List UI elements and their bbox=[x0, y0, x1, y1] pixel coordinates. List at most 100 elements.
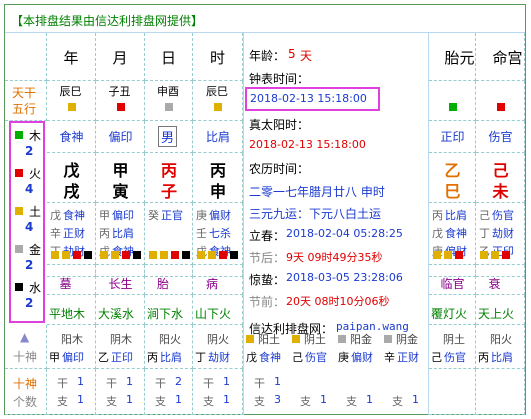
lunar-value: 二零一七年腊月廿八 申时 bbox=[249, 185, 385, 199]
count-cell-2 bbox=[145, 369, 193, 415]
jingzhe-value: 2018-03-05 23:28:06 bbox=[286, 271, 403, 284]
solar-value: 2018-02-13 15:18:00 bbox=[249, 138, 366, 151]
header-bar: 【本排盘结果由信达利排盘网提供】 bbox=[5, 5, 525, 33]
zhi-2: 子 bbox=[161, 182, 178, 201]
side-canggan-gan: 戊 bbox=[432, 227, 443, 240]
count-label-2: 个数 bbox=[13, 395, 38, 409]
mini-square bbox=[230, 251, 238, 259]
shishen-3: 比肩 bbox=[206, 130, 231, 144]
nayin-0: 平地木 bbox=[49, 307, 86, 321]
count-gan-label: 干 bbox=[57, 377, 68, 390]
up-arrow-icon: ▲ bbox=[20, 330, 30, 344]
sanyuan: 三元九运：下元八白土运 bbox=[249, 207, 382, 221]
clock-label: 钟表时间： bbox=[249, 72, 310, 86]
side-shensha-1: 衰 bbox=[488, 277, 501, 291]
shishen-0: 食神 bbox=[59, 130, 84, 144]
dayun-ss: 偏印 bbox=[62, 351, 84, 364]
side-count-cell-0 bbox=[429, 369, 476, 415]
col-title-1: 月 bbox=[112, 49, 128, 67]
wuxing-square bbox=[15, 169, 23, 177]
wuxing-1-label: 火 bbox=[29, 167, 42, 181]
side-zhi-1: 未 bbox=[492, 182, 509, 201]
wuxing-square bbox=[15, 207, 23, 215]
canggan-gan: 戊 bbox=[50, 209, 61, 222]
dayun-yy: 阴火 bbox=[207, 333, 229, 346]
square-3 bbox=[214, 103, 222, 111]
jiehou-label: 节后： bbox=[249, 251, 286, 265]
mid-count-label: 干 bbox=[254, 377, 265, 390]
side-mini-square bbox=[444, 251, 452, 259]
canggan-shishen: 正财 bbox=[63, 227, 85, 240]
head-2: 申酉 bbox=[157, 85, 179, 98]
side-dayun-yy: 阳火 bbox=[490, 333, 512, 346]
count-gan-label: 干 bbox=[155, 377, 166, 390]
square-2 bbox=[165, 103, 173, 111]
tiangan-label-cell: 天干 五行 bbox=[5, 81, 47, 121]
dayun-label: 十神 bbox=[13, 350, 38, 364]
side-dayun-gan: 丙 bbox=[478, 351, 489, 364]
solar-label: 真太阳时： bbox=[249, 118, 310, 132]
mid-count-label: 支 bbox=[346, 395, 357, 408]
mini-square bbox=[111, 251, 119, 259]
canggan-gan: 辛 bbox=[50, 227, 61, 240]
mini-square bbox=[100, 251, 108, 259]
mid-count-value: 1 bbox=[320, 393, 327, 406]
shishen-2: 男 bbox=[158, 126, 178, 147]
side-col-title-0: 胎元 bbox=[444, 49, 475, 67]
mini-square bbox=[171, 251, 179, 259]
side-nayin-0: 覆灯火 bbox=[431, 307, 468, 321]
mid-dayun-square bbox=[246, 335, 254, 343]
square-0 bbox=[67, 103, 76, 111]
jiehou-value: 9天 09时49分35秒 bbox=[286, 251, 383, 264]
lichun-label: 立春： bbox=[249, 229, 286, 243]
count-cell-3 bbox=[193, 369, 243, 415]
side-shensha-0: 临官 bbox=[440, 277, 465, 291]
mid-dayun-ss: 偏财 bbox=[351, 351, 373, 364]
dayun-yy: 阳火 bbox=[159, 333, 181, 346]
mini-square bbox=[133, 251, 141, 259]
mini-square bbox=[51, 251, 59, 259]
side-mini-square bbox=[455, 251, 463, 259]
count-gan-label: 干 bbox=[203, 377, 214, 390]
dayun-gan: 甲 bbox=[49, 351, 60, 364]
count-zhi-label: 支 bbox=[203, 395, 214, 408]
count-gan-value: 1 bbox=[126, 375, 133, 388]
age-label: 年龄： bbox=[249, 49, 286, 63]
canggan-shishen: 正官 bbox=[161, 209, 183, 222]
mid-count-label: 支 bbox=[254, 395, 265, 408]
dayun-ss: 劫财 bbox=[208, 351, 230, 364]
square-1 bbox=[116, 103, 125, 111]
jieqian-label: 节前： bbox=[249, 295, 286, 309]
age-value: 5 bbox=[288, 47, 296, 61]
canggan-gan: 庚 bbox=[196, 209, 207, 222]
wuxing-1-count: 4 bbox=[25, 182, 34, 196]
mid-count-label: 支 bbox=[300, 395, 311, 408]
wuxing-square bbox=[15, 131, 23, 139]
count-zhi-value: 1 bbox=[77, 393, 84, 406]
dayun-yy: 阳木 bbox=[61, 333, 83, 346]
clock-value: 2018-02-13 15:18:00 bbox=[250, 92, 367, 105]
wuxing-3-label: 金 bbox=[29, 243, 42, 257]
head-0: 辰巳 bbox=[59, 85, 82, 98]
dayun-gan: 丙 bbox=[147, 351, 158, 364]
mid-dayun-yy: 阳金 bbox=[350, 333, 372, 346]
count-cell-1 bbox=[96, 369, 145, 415]
count-gan-value: 1 bbox=[223, 375, 230, 388]
jingzhe-label: 惊蛰： bbox=[249, 273, 286, 287]
side-canggan-gan: 丙 bbox=[432, 209, 443, 222]
header-text: 【本排盘结果由信达利排盘网提供】 bbox=[11, 14, 204, 28]
count-gan-value: 2 bbox=[175, 375, 182, 388]
lunar-label: 农历时间： bbox=[249, 162, 310, 176]
side-mini-square bbox=[502, 251, 510, 259]
dayun-ss: 比肩 bbox=[160, 351, 182, 364]
mid-dayun-gan: 辛 bbox=[384, 351, 395, 364]
side-canggan-gan: 丁 bbox=[479, 227, 490, 240]
side-nayin-1: 天上火 bbox=[478, 307, 515, 321]
canggan-shishen: 比肩 bbox=[112, 227, 134, 240]
age-unit: 天 bbox=[300, 49, 313, 63]
mid-dayun-yy: 阴土 bbox=[304, 333, 326, 346]
count-cell-0 bbox=[47, 369, 96, 415]
canggan-shishen: 偏财 bbox=[209, 209, 231, 222]
count-zhi-label: 支 bbox=[155, 395, 166, 408]
side-canggan-shishen: 食神 bbox=[445, 227, 467, 240]
